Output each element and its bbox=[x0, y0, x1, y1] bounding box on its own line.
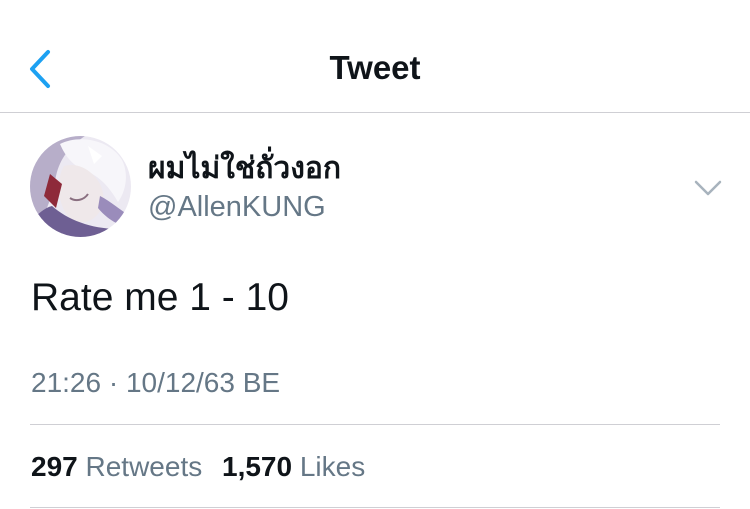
chevron-down-icon bbox=[694, 180, 722, 196]
divider bbox=[30, 424, 720, 425]
navigation-bar: Tweet bbox=[0, 0, 750, 113]
author-handle[interactable]: @AllenKUNG bbox=[148, 189, 326, 225]
author-display-name[interactable]: ผมไม่ใช่ถั่วงอก bbox=[148, 150, 341, 188]
page-title: Tweet bbox=[329, 49, 421, 86]
divider bbox=[30, 507, 720, 508]
likes-stat[interactable]: 1,570 Likes bbox=[222, 451, 365, 482]
likes-count: 1,570 bbox=[222, 451, 293, 482]
profile-avatar-image bbox=[30, 136, 131, 237]
tweet-text: Rate me 1 - 10 bbox=[31, 276, 289, 319]
engagement-stats: 297 Retweets 1,570 Likes bbox=[31, 449, 365, 485]
retweets-stat[interactable]: 297 Retweets bbox=[31, 451, 210, 482]
retweets-label: Retweets bbox=[85, 451, 203, 482]
likes-label: Likes bbox=[299, 451, 366, 482]
retweets-count: 297 bbox=[31, 451, 78, 482]
tweet-timestamp: 21:26 · 10/12/63 BE bbox=[31, 367, 281, 398]
avatar[interactable] bbox=[30, 136, 131, 237]
more-options-button[interactable] bbox=[692, 176, 724, 200]
